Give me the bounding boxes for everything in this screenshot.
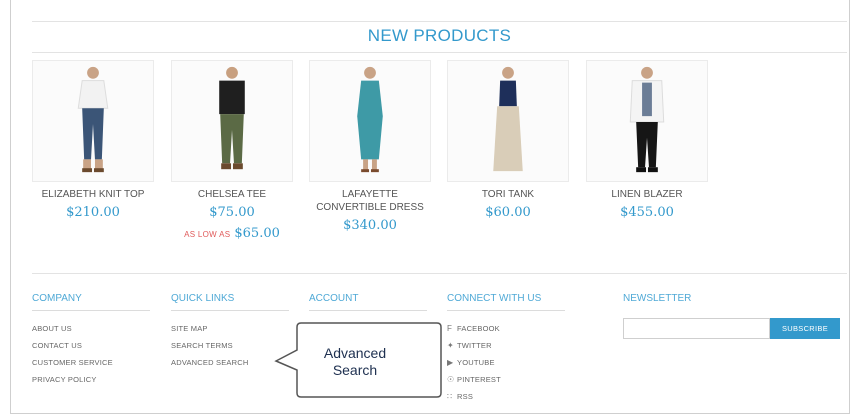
product-card[interactable]: CHELSEA TEE $75.00 AS LOW AS $65.00 <box>171 60 293 242</box>
product-card[interactable]: TORI TANK $60.00 <box>447 60 569 220</box>
footer-link-customer-service[interactable]: CUSTOMER SERVICE <box>32 354 150 371</box>
subscribe-button[interactable]: SUBSCRIBE <box>770 318 840 339</box>
product-name[interactable]: LAFAYETTE CONVERTIBLE DRESS <box>309 188 431 214</box>
section-title: NEW PRODUCTS <box>367 26 512 45</box>
product-image[interactable] <box>171 60 293 182</box>
footer-link-site-map[interactable]: SITE MAP <box>171 320 289 337</box>
product-name[interactable]: ELIZABETH KNIT TOP <box>32 188 154 201</box>
product-name[interactable]: TORI TANK <box>447 188 569 201</box>
footer-quick-links: QUICK LINKS SITE MAP SEARCH TERMS ADVANC… <box>171 293 289 371</box>
newsletter-email-input[interactable] <box>623 318 770 339</box>
product-card[interactable]: LAFAYETTE CONVERTIBLE DRESS $340.00 <box>309 60 431 233</box>
footer-connect: CONNECT WITH US f FACEBOOK ✦ TWITTER ▶ YOUT… <box>447 293 565 405</box>
product-price: $75.00 <box>209 205 255 220</box>
as-low-as-price: AS LOW AS $65.00 <box>171 224 293 242</box>
footer-link-facebook[interactable]: f FACEBOOK <box>447 320 565 337</box>
as-low-as-value: $65.00 <box>234 226 280 241</box>
product-name[interactable]: LINEN BLAZER <box>586 188 708 201</box>
youtube-icon: ▶ <box>447 358 454 367</box>
product-image[interactable] <box>32 60 154 182</box>
footer-link-rss[interactable]: ∷ RSS <box>447 388 565 405</box>
footer-link-label: YOUTUBE <box>457 358 495 367</box>
footer-company-title: COMPANY <box>32 293 150 311</box>
pinterest-icon: ☉ <box>447 375 455 384</box>
product-price: $455.00 <box>620 205 674 220</box>
footer-link-contact-us[interactable]: CONTACT US <box>32 337 150 354</box>
twitter-icon: ✦ <box>447 341 454 350</box>
footer-company: COMPANY ABOUT US CONTACT US CUSTOMER SER… <box>32 293 150 388</box>
footer-link-label: TWITTER <box>457 341 492 350</box>
product-price: $60.00 <box>485 205 531 220</box>
callout-line: Advanced <box>323 345 387 361</box>
product-name[interactable]: CHELSEA TEE <box>171 188 293 201</box>
product-image[interactable] <box>447 60 569 182</box>
as-low-as-label: AS LOW AS <box>184 230 231 239</box>
footer-link-privacy-policy[interactable]: PRIVACY POLICY <box>32 371 150 388</box>
footer-link-search-terms[interactable]: SEARCH TERMS <box>171 337 289 354</box>
footer-account-title: ACCOUNT <box>309 293 427 311</box>
footer-link-label: RSS <box>457 392 474 401</box>
footer-quick-links-title: QUICK LINKS <box>171 293 289 311</box>
footer-connect-title: CONNECT WITH US <box>447 293 565 311</box>
product-card[interactable]: LINEN BLAZER $455.00 <box>586 60 708 220</box>
footer-account: ACCOUNT <box>309 293 427 311</box>
footer-link-pinterest[interactable]: ☉ PINTEREST <box>447 371 565 388</box>
footer-link-twitter[interactable]: ✦ TWITTER <box>447 337 565 354</box>
facebook-icon: f <box>447 324 453 333</box>
title-divider <box>32 52 847 53</box>
product-card[interactable]: ELIZABETH KNIT TOP $210.00 <box>32 60 154 220</box>
footer-link-advanced-search[interactable]: ADVANCED SEARCH <box>171 354 289 371</box>
callout-line: Search <box>332 362 378 378</box>
footer-link-label: FACEBOOK <box>457 324 500 333</box>
newsletter-title: NEWSLETTER <box>623 293 692 304</box>
top-divider <box>32 21 847 22</box>
product-image[interactable] <box>309 60 431 182</box>
product-image[interactable] <box>586 60 708 182</box>
footer-link-youtube[interactable]: ▶ YOUTUBE <box>447 354 565 371</box>
footer-newsletter: NEWSLETTER SUBSCRIBE <box>623 293 840 339</box>
rss-icon: ∷ <box>447 392 453 401</box>
footer-link-about-us[interactable]: ABOUT US <box>32 320 150 337</box>
product-price: $210.00 <box>66 205 120 220</box>
footer-link-label: PINTEREST <box>457 375 501 384</box>
product-price: $340.00 <box>343 218 397 233</box>
callout-label: Advanced Search <box>294 345 416 379</box>
footer-divider <box>32 273 847 274</box>
